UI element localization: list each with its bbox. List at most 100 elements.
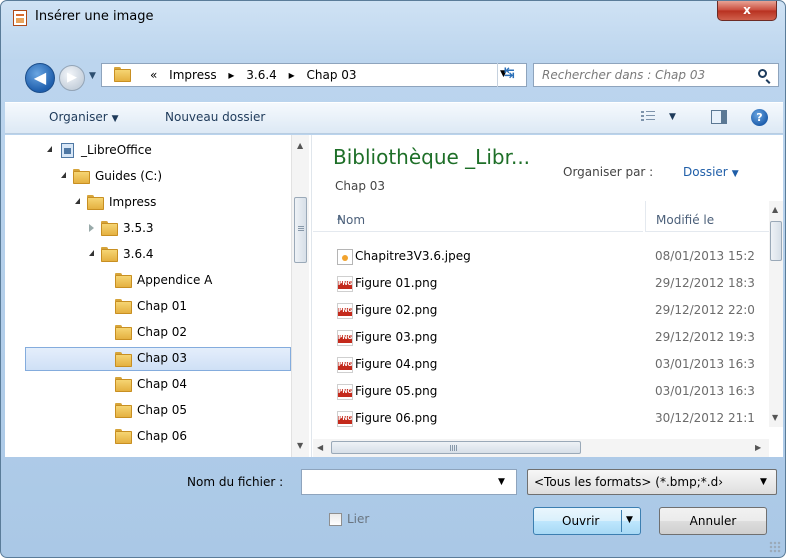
tree-item-label: Guides (C:) (95, 169, 163, 183)
cancel-button[interactable]: Annuler (659, 507, 767, 535)
arrange-by-dropdown[interactable]: Dossier ▼ (683, 165, 739, 179)
scroll-up-arrow-icon[interactable]: ▲ (297, 141, 303, 150)
folder-icon (101, 221, 118, 236)
tree-item-chap-05[interactable]: Chap 05 (5, 399, 289, 423)
tree-item-chap-06[interactable]: Chap 06 (5, 425, 289, 449)
tree-item-chap-01[interactable]: Chap 01 (5, 295, 289, 319)
organize-menu-button[interactable]: Organiser ▼ (49, 110, 119, 124)
link-label[interactable]: Lier (347, 512, 369, 526)
filename-history-chevron-down-icon[interactable]: ▼ (498, 477, 505, 487)
scroll-up-arrow-icon[interactable]: ▲ (772, 205, 778, 214)
file-row[interactable]: Figure 05.png 03/01/2013 16:3 (313, 380, 769, 404)
breadcrumb: « Impress ▸ 3.6.4 ▸ Chap 03 (146, 68, 361, 82)
tree-scrollbar[interactable]: ▲ ▼ (291, 135, 309, 457)
search-box[interactable] (533, 63, 779, 87)
column-header-name-label: Nom (337, 213, 366, 227)
arrange-by-label: Organiser par : (563, 165, 654, 179)
file-row[interactable]: Chapitre3V3.6.jpeg 08/01/2013 15:2 (313, 245, 769, 269)
navigation-tree: _LibreOffice Guides (C:) Impress 3.5.3 3 (5, 135, 312, 457)
expanded-chevron-icon[interactable] (47, 146, 52, 152)
tree-item-3-6-4[interactable]: 3.6.4 (5, 243, 289, 267)
app-document-icon (13, 10, 27, 26)
folder-icon (87, 195, 104, 210)
split-divider (621, 510, 622, 532)
folder-icon (115, 325, 132, 340)
title-bar[interactable]: Insérer une image (1, 1, 785, 35)
tree-item-guides-c[interactable]: Guides (C:) (5, 165, 289, 189)
filename-combobox[interactable]: ▼ (301, 469, 517, 495)
column-header-modified[interactable]: Modifié le (645, 201, 774, 232)
file-list-vertical-scrollbar[interactable]: ▲ ▼ (769, 201, 783, 427)
expanded-chevron-icon[interactable] (61, 172, 66, 178)
library-title: Bibliothèque _Libr... (333, 145, 531, 169)
scroll-down-arrow-icon[interactable]: ▼ (772, 413, 778, 422)
tree-item-label: Chap 02 (137, 325, 188, 339)
file-type-select[interactable]: <Tous les formats> (*.bmp;*.d› ▼ (527, 469, 777, 495)
tree-item-appendice-a[interactable]: Appendice A (5, 269, 289, 293)
filename-input[interactable] (306, 474, 490, 490)
tree-item-chap-04[interactable]: Chap 04 (5, 373, 289, 397)
tree-item-label: Appendice A (137, 273, 213, 287)
cancel-label: Annuler (689, 514, 737, 528)
close-button[interactable]: x (717, 1, 777, 21)
grip-icon (450, 445, 458, 451)
file-date: 03/01/2013 16:3 (655, 384, 755, 398)
tree-item-chap-02[interactable]: Chap 02 (5, 321, 289, 345)
tree-item-impress[interactable]: Impress (5, 191, 289, 215)
tree-item-chap-03[interactable]: Chap 03 (25, 347, 291, 371)
column-header-name[interactable]: ▲ Nom (313, 201, 643, 232)
breadcrumb-separator-icon[interactable]: ▸ (228, 68, 234, 82)
back-button[interactable]: ◀ (25, 63, 55, 93)
recent-locations-chevron-down-icon[interactable]: ▼ (89, 71, 96, 81)
png-file-icon (337, 357, 353, 373)
view-options-chevron-down-icon[interactable]: ▼ (669, 112, 676, 122)
scroll-right-arrow-icon[interactable]: ▶ (755, 443, 761, 452)
dialog-footer: Nom du fichier : ▼ <Tous les formats> (*… (1, 457, 785, 557)
collapsed-chevron-icon[interactable] (89, 224, 94, 232)
link-checkbox[interactable] (329, 513, 342, 526)
search-icon[interactable] (758, 69, 767, 78)
tree-item-3-5-3[interactable]: 3.5.3 (5, 217, 289, 241)
file-list-horizontal-scrollbar[interactable]: ◀ ▶ (313, 439, 769, 457)
file-row[interactable]: Figure 01.png 29/12/2012 18:3 (313, 272, 769, 296)
forward-button[interactable]: ▶ (59, 65, 85, 91)
browser-content: _LibreOffice Guides (C:) Impress 3.5.3 3 (5, 135, 783, 457)
address-bar[interactable]: « Impress ▸ 3.6.4 ▸ Chap 03 ▼ (101, 63, 527, 87)
file-row[interactable]: Figure 03.png 29/12/2012 19:3 (313, 326, 769, 350)
expanded-chevron-icon[interactable] (75, 198, 80, 204)
search-input[interactable] (540, 67, 744, 83)
command-bar: Organiser ▼ Nouveau dossier ▼ ? (5, 102, 783, 134)
file-list-pane: Bibliothèque _Libr... Chap 03 Organiser … (313, 135, 783, 457)
file-row[interactable]: Figure 04.png 03/01/2013 16:3 (313, 353, 769, 377)
details-view-icon[interactable] (641, 111, 655, 123)
breadcrumb-prefix[interactable]: « (150, 68, 157, 82)
open-button[interactable]: Ouvrir ▼ (533, 507, 641, 535)
library-subtitle: Chap 03 (335, 179, 386, 193)
file-type-value: <Tous les formats> (*.bmp;*.d› (534, 475, 723, 489)
expanded-chevron-icon[interactable] (89, 250, 94, 256)
new-folder-button[interactable]: Nouveau dossier (165, 110, 265, 124)
file-list-scrollbar-thumb[interactable] (770, 221, 782, 261)
folder-icon (115, 299, 132, 314)
file-date: 29/12/2012 18:3 (655, 276, 755, 290)
horizontal-scrollbar-thumb[interactable] (331, 441, 581, 454)
tree-scrollbar-thumb[interactable] (294, 197, 307, 263)
open-options-chevron-down-icon[interactable]: ▼ (626, 515, 633, 525)
scroll-down-arrow-icon[interactable]: ▼ (297, 441, 303, 450)
refresh-button[interactable]: ↹ (497, 63, 521, 87)
scroll-left-arrow-icon[interactable]: ◀ (317, 443, 323, 452)
tree-item-libreoffice[interactable]: _LibreOffice (5, 139, 289, 163)
organize-label: Organiser (49, 110, 108, 124)
breadcrumb-separator-icon[interactable]: ▸ (289, 68, 295, 82)
resize-grip-icon[interactable] (769, 541, 781, 553)
file-row[interactable]: Figure 06.png 30/12/2012 21:1 (313, 407, 769, 431)
breadcrumb-item-impress[interactable]: Impress (169, 68, 216, 82)
help-icon[interactable]: ? (751, 109, 768, 126)
breadcrumb-item-chap-03[interactable]: Chap 03 (307, 68, 357, 82)
preview-pane-icon[interactable] (711, 110, 727, 124)
file-date: 08/01/2013 15:2 (655, 249, 755, 263)
folder-icon (115, 273, 132, 288)
breadcrumb-item-3-6-4[interactable]: 3.6.4 (246, 68, 277, 82)
column-header-modified-label: Modifié le (656, 213, 715, 227)
file-row[interactable]: Figure 02.png 29/12/2012 22:0 (313, 299, 769, 323)
